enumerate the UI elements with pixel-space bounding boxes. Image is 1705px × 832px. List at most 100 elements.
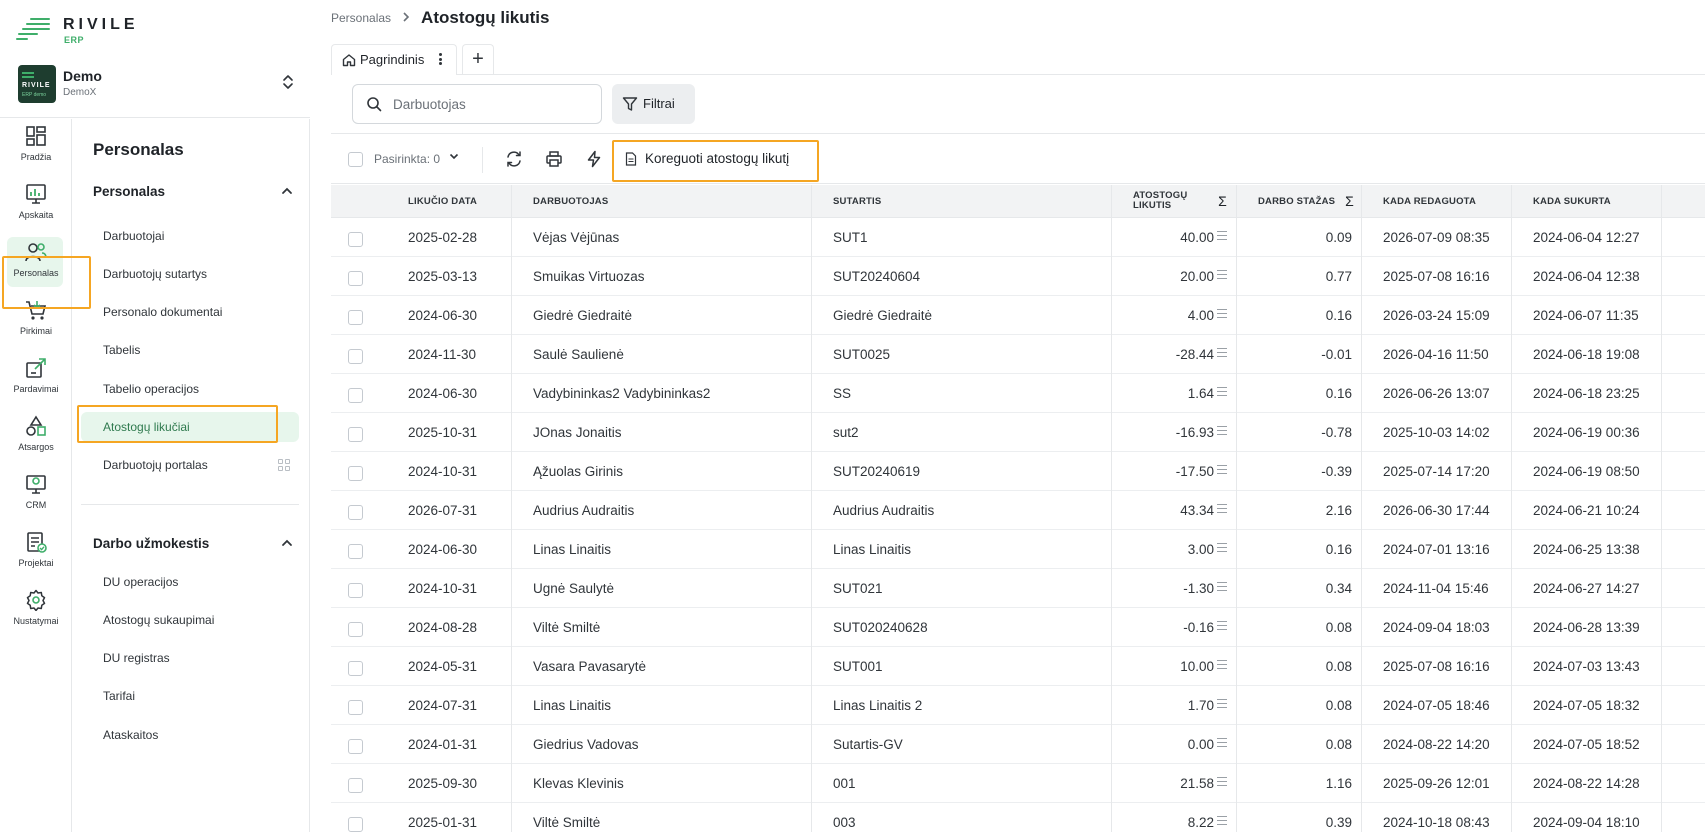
column-header-created[interactable]: Kada sukurta: [1533, 185, 1663, 218]
nav-item-atostogu-sukaupimai[interactable]: Atostogų sukaupimai: [81, 605, 299, 635]
column-header-employee[interactable]: Darbuotojas: [533, 185, 783, 218]
search-box[interactable]: [352, 84, 602, 124]
nav-item-tabelio-operacijos[interactable]: Tabelio operacijos: [81, 374, 299, 404]
nav-item-atostogu-likuciai[interactable]: Atostogų likučiai: [81, 412, 299, 442]
column-header-tenure[interactable]: Darbo stažas Σ: [1258, 185, 1364, 218]
breadcrumb-parent[interactable]: Personalas: [331, 11, 391, 25]
nav-item-darbuotoju-sutartys[interactable]: Darbuotojų sutartys: [81, 259, 299, 289]
main-content: Personalas Atostogų likutis Pagrindinis …: [331, 0, 1705, 832]
group-darbo-uzmokestis[interactable]: Darbo užmokestis: [93, 536, 293, 556]
row-checkbox[interactable]: [348, 622, 363, 637]
table-row[interactable]: 2025-02-28 Vėjas Vėjūnas SUT1 40.00 0.09 2026…: [331, 218, 1705, 257]
row-menu-icon[interactable]: [1217, 738, 1227, 748]
selected-count[interactable]: Pasirinkta: 0: [374, 152, 440, 166]
row-checkbox[interactable]: [348, 661, 363, 676]
table-row[interactable]: 2024-11-30 Saulė Saulienė SUT0025 -28.44 -0.…: [331, 335, 1705, 374]
row-checkbox[interactable]: [348, 427, 363, 442]
table-row[interactable]: 2024-01-31 Giedrius Vadovas Sutartis-GV 0.0…: [331, 725, 1705, 764]
row-checkbox[interactable]: [348, 778, 363, 793]
table-row[interactable]: 2025-09-30 Klevas Klevinis 001 21.58 1.16 202…: [331, 764, 1705, 803]
row-checkbox[interactable]: [348, 505, 363, 520]
table-row[interactable]: 2025-10-31 JOnas Jonaitis sut2 -16.93 -0.78 2…: [331, 413, 1705, 452]
select-all-checkbox[interactable]: [348, 152, 363, 167]
table-row[interactable]: 2025-01-31 Viltė Smiltė 003 8.22 0.39 2024-10…: [331, 803, 1705, 832]
group-personalas[interactable]: Personalas: [93, 184, 293, 204]
table-row[interactable]: 2024-08-28 Viltė Smiltė SUT020240628 -0.16 0…: [331, 608, 1705, 647]
row-checkbox[interactable]: [348, 466, 363, 481]
rail-item-apskaita[interactable]: Apskaita: [0, 179, 72, 237]
table-row[interactable]: 2024-10-31 Ąžuolas Girinis SUT20240619 -17.…: [331, 452, 1705, 491]
nav-item-tarifai[interactable]: Tarifai: [81, 681, 299, 711]
table-row[interactable]: 2024-05-31 Vasara Pavasarytė SUT001 10.00 0.…: [331, 647, 1705, 686]
row-menu-icon[interactable]: [1217, 699, 1227, 709]
row-menu-icon[interactable]: [1217, 348, 1227, 358]
column-header-edited[interactable]: Kada redaguota: [1383, 185, 1513, 218]
row-menu-icon[interactable]: [1217, 387, 1227, 397]
nav-item-du-operacijos[interactable]: DU operacijos: [81, 567, 299, 597]
tab-pagrindinis[interactable]: Pagrindinis: [331, 44, 457, 75]
rail-item-pirkimai[interactable]: Pirkimai: [0, 295, 72, 353]
nav-item-du-registras[interactable]: DU registras: [81, 643, 299, 673]
rail-item-crm[interactable]: CRM: [0, 469, 72, 527]
chevron-up-icon: [281, 185, 293, 200]
row-menu-icon[interactable]: [1217, 426, 1227, 436]
table-row[interactable]: 2024-06-30 Linas Linaitis Linas Linaitis 3.…: [331, 530, 1705, 569]
rail-item-personalas[interactable]: Personalas: [0, 237, 72, 295]
row-checkbox[interactable]: [348, 817, 363, 832]
filters-button[interactable]: Filtrai: [612, 84, 695, 124]
row-checkbox[interactable]: [348, 388, 363, 403]
row-checkbox[interactable]: [348, 583, 363, 598]
adjust-vacation-balance-button[interactable]: Koreguoti atostogų likutį: [614, 143, 816, 176]
row-menu-icon[interactable]: [1217, 504, 1227, 514]
row-checkbox[interactable]: [348, 310, 363, 325]
lightning-icon[interactable]: [585, 150, 603, 168]
print-icon[interactable]: [545, 150, 563, 168]
nav-item-darbuotoju-portalas[interactable]: Darbuotojų portalas: [81, 450, 299, 480]
add-tab-button[interactable]: +: [462, 44, 494, 75]
row-menu-icon[interactable]: [1217, 816, 1227, 826]
row-menu-icon[interactable]: [1217, 309, 1227, 319]
search-input[interactable]: [393, 94, 593, 114]
row-checkbox[interactable]: [348, 544, 363, 559]
table-row[interactable]: 2024-07-31 Linas Linaitis Linas Linaitis 2…: [331, 686, 1705, 725]
toolbar-divider: [482, 147, 483, 173]
row-menu-icon[interactable]: [1217, 660, 1227, 670]
row-menu-icon[interactable]: [1217, 543, 1227, 553]
column-header-contract[interactable]: Sutartis: [833, 185, 1083, 218]
refresh-icon[interactable]: [505, 150, 523, 168]
nav-item-personalo-dokumentai[interactable]: Personalo dokumentai: [81, 297, 299, 327]
row-menu-icon[interactable]: [1217, 270, 1227, 280]
rail-item-pradzia[interactable]: Pradžia: [0, 121, 72, 179]
rail-item-nustatymai[interactable]: Nustatymai: [0, 585, 72, 643]
rail-item-pardavimai[interactable]: Pardavimai: [0, 353, 72, 411]
rivile-logo[interactable]: RIVILE ERP: [16, 14, 156, 48]
chevron-updown-icon[interactable]: [280, 72, 296, 92]
nav-item-darbuotojai[interactable]: Darbuotojai: [81, 221, 299, 251]
row-checkbox[interactable]: [348, 232, 363, 247]
row-menu-icon[interactable]: [1217, 465, 1227, 475]
row-checkbox[interactable]: [348, 349, 363, 364]
row-checkbox[interactable]: [348, 271, 363, 286]
row-menu-icon[interactable]: [1217, 621, 1227, 631]
sigma-icon[interactable]: Σ: [1345, 193, 1354, 209]
table-row[interactable]: 2025-03-13 Smuikas Virtuozas SUT20240604 20…: [331, 257, 1705, 296]
sigma-icon[interactable]: Σ: [1218, 193, 1227, 209]
table-row[interactable]: 2024-10-31 Ugnė Saulytė SUT021 -1.30 0.34 202…: [331, 569, 1705, 608]
nav-item-ataskaitos[interactable]: Ataskaitos: [81, 720, 299, 750]
nav-item-tabelis[interactable]: Tabelis: [81, 335, 299, 365]
column-header-date[interactable]: Likučio data: [408, 185, 508, 218]
company-selector[interactable]: RIVILE ERP demo Demo DemoX: [0, 58, 310, 118]
row-menu-icon[interactable]: [1217, 231, 1227, 241]
kebab-menu-icon[interactable]: [439, 53, 443, 67]
row-checkbox[interactable]: [348, 700, 363, 715]
row-checkbox[interactable]: [348, 739, 363, 754]
row-menu-icon[interactable]: [1217, 777, 1227, 787]
column-header-balance[interactable]: Atostogų likutis Σ: [1133, 185, 1237, 218]
table-row[interactable]: 2024-06-30 Vadybininkas2 Vadybininkas2 SS 1…: [331, 374, 1705, 413]
table-row[interactable]: 2024-06-30 Giedrė Giedraitė Giedrė Giedrai…: [331, 296, 1705, 335]
table-row[interactable]: 2026-07-31 Audrius Audraitis Audrius Audra…: [331, 491, 1705, 530]
rail-item-projektai[interactable]: Projektai: [0, 527, 72, 585]
row-menu-icon[interactable]: [1217, 582, 1227, 592]
rail-item-atsargos[interactable]: Atsargos: [0, 411, 72, 469]
chevron-down-icon[interactable]: [449, 151, 459, 164]
